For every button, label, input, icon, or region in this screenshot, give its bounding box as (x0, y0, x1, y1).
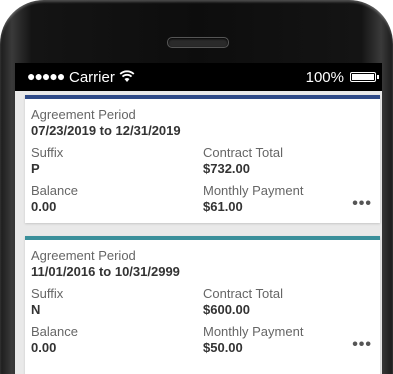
agreement-period-label: Agreement Period (31, 248, 136, 263)
monthly-payment-value: $61.00 (203, 199, 243, 214)
agreement-period-value: 07/23/2019 to 12/31/2019 (31, 123, 181, 138)
agreement-period-value: 11/01/2016 to 10/31/2999 (31, 264, 180, 279)
phone-frame: ●●●●● Carrier 100% Agreement Period 07/2… (0, 0, 393, 374)
monthly-payment-label: Monthly Payment (203, 324, 304, 339)
suffix-value: N (31, 302, 41, 317)
monthly-payment-label: Monthly Payment (203, 183, 304, 198)
agreement-period-label: Agreement Period (31, 107, 136, 122)
phone-screen: ●●●●● Carrier 100% Agreement Period 07/2… (15, 63, 382, 374)
suffix-label: Suffix (31, 145, 64, 160)
contract-total-label: Contract Total (203, 145, 283, 160)
contract-total-value: $732.00 (203, 161, 250, 176)
suffix-label: Suffix (31, 286, 64, 301)
balance-value: 0.00 (31, 199, 57, 214)
signal-strength-icon: ●●●●● (27, 68, 65, 84)
more-horizontal-icon[interactable]: ••• (352, 195, 372, 213)
suffix-value: P (31, 161, 40, 176)
balance-label: Balance (31, 183, 78, 198)
more-horizontal-icon[interactable]: ••• (352, 336, 372, 354)
wifi-icon (119, 70, 135, 82)
battery-percent: 100% (305, 69, 344, 86)
card-accent-bar (25, 95, 380, 99)
balance-label: Balance (31, 324, 78, 339)
monthly-payment-value: $50.00 (203, 340, 243, 355)
battery-fill (352, 74, 374, 80)
balance-value: 0.00 (31, 340, 57, 355)
agreement-card[interactable]: Agreement Period 11/01/2016 to 10/31/299… (25, 236, 380, 374)
carrier-name: Carrier (69, 69, 115, 86)
battery-icon (350, 72, 379, 82)
status-bar: ●●●●● Carrier 100% (15, 63, 382, 91)
earpiece-speaker (167, 37, 229, 48)
agreement-card[interactable]: Agreement Period 07/23/2019 to 12/31/201… (25, 95, 380, 223)
contract-total-value: $600.00 (203, 302, 250, 317)
contract-total-label: Contract Total (203, 286, 283, 301)
card-accent-bar (25, 236, 380, 240)
